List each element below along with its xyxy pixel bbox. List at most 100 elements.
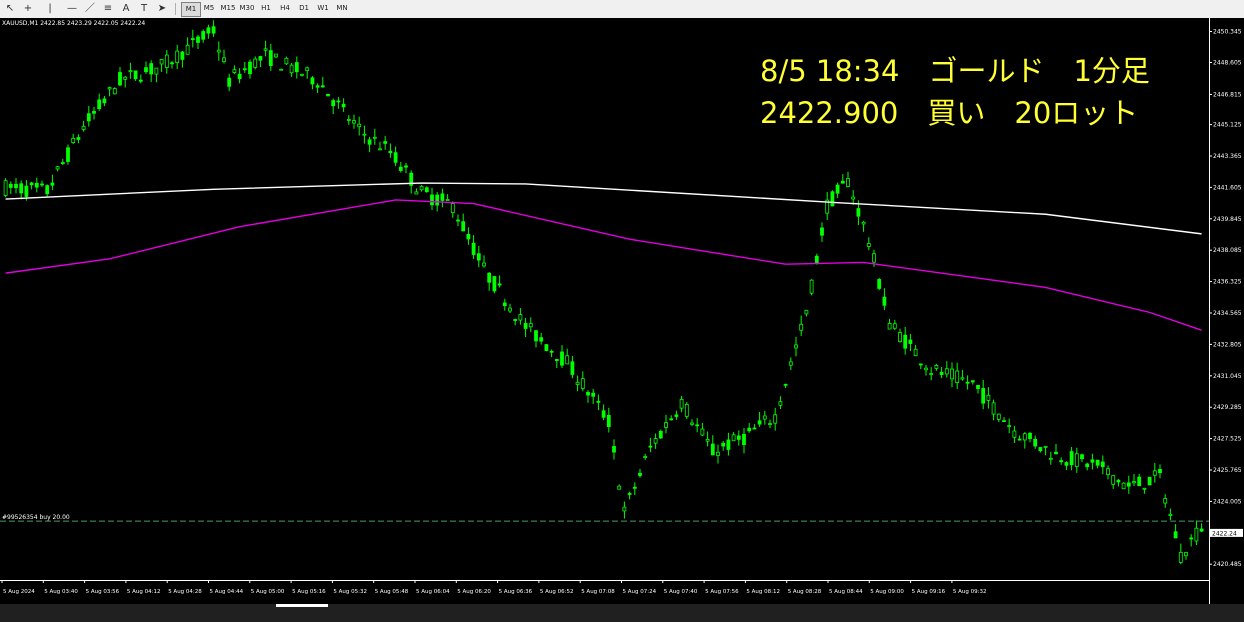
- y-tick-label: 2441.605: [1213, 184, 1242, 191]
- x-tick-label: 5 Aug 06:04: [416, 589, 450, 595]
- candle-body: [783, 383, 788, 386]
- candle-body: [778, 401, 783, 406]
- y-tick-label: 2427.525: [1213, 436, 1242, 443]
- candle-body: [1022, 433, 1027, 441]
- candle-body: [170, 62, 174, 65]
- candle-body: [107, 87, 112, 90]
- candle-body: [435, 194, 440, 206]
- candle-body: [154, 67, 159, 75]
- candle-body: [809, 279, 814, 294]
- candle-body: [513, 319, 518, 321]
- candle-body: [1100, 461, 1105, 468]
- candle-body: [1168, 513, 1173, 516]
- timeframe-h1[interactable]: H1: [257, 2, 275, 15]
- candle-body: [965, 381, 970, 384]
- timeframe-m15[interactable]: M15: [219, 2, 237, 15]
- timeframe-m30[interactable]: M30: [238, 2, 256, 15]
- candle-body: [419, 186, 424, 191]
- candle-body: [487, 272, 492, 283]
- candle-body: [643, 456, 648, 458]
- candle-body: [144, 67, 148, 73]
- candle-body: [128, 70, 133, 73]
- x-tick-label: 5 Aug 06:52: [540, 589, 574, 595]
- candle-body: [1137, 476, 1142, 487]
- candle-body: [887, 323, 892, 330]
- candle-body: [367, 139, 372, 145]
- candle-body: [300, 73, 304, 76]
- candle-body: [742, 433, 746, 445]
- candle-body: [606, 414, 611, 428]
- y-tick-label: 2420.485: [1213, 561, 1242, 568]
- label-icon[interactable]: T: [137, 2, 151, 16]
- x-tick-label: 5 Aug 08:44: [829, 589, 863, 595]
- y-tick-label: 2429.285: [1213, 404, 1242, 411]
- candle-body: [534, 330, 538, 342]
- candle-body: [627, 493, 632, 495]
- candle-body: [341, 103, 346, 108]
- cursor-icon[interactable]: ↖: [3, 2, 17, 16]
- x-tick-label: 5 Aug 04:12: [127, 589, 161, 595]
- candle-body: [684, 404, 689, 417]
- active-chart-tab[interactable]: [276, 604, 328, 607]
- x-tick-label: 5 Aug 07:08: [581, 589, 615, 595]
- timeframe-mn[interactable]: MN: [333, 2, 351, 15]
- candle-body: [549, 350, 554, 353]
- candle-body: [554, 359, 559, 362]
- timeframe-w1[interactable]: W1: [314, 2, 332, 15]
- timeframe-d1[interactable]: D1: [295, 2, 313, 15]
- x-tick-label: 5 Aug 07:40: [664, 589, 698, 595]
- candle-body: [612, 446, 616, 453]
- candle-body: [950, 368, 954, 380]
- candle-body: [1007, 425, 1012, 428]
- trendline-icon[interactable]: ／: [83, 2, 97, 16]
- y-tick-label: 2450.345: [1213, 28, 1242, 35]
- candle-body: [1173, 531, 1178, 539]
- candle-body: [773, 414, 778, 424]
- text-icon[interactable]: A: [119, 2, 133, 16]
- candle-body: [66, 147, 70, 162]
- candle-body: [97, 99, 102, 110]
- candle-body: [123, 76, 128, 80]
- candle-body: [970, 380, 975, 383]
- candle-body: [372, 136, 377, 139]
- arrow-icon[interactable]: ➤: [155, 2, 169, 16]
- horizontal-line-icon[interactable]: —: [65, 2, 79, 16]
- candle-body: [1069, 451, 1074, 466]
- timeframe-h4[interactable]: H4: [276, 2, 294, 15]
- candle-body: [242, 68, 247, 71]
- candle-body: [991, 402, 996, 415]
- candle-body: [29, 182, 34, 186]
- candle-body: [1126, 482, 1131, 487]
- candle-body: [456, 219, 460, 222]
- candle-body: [102, 98, 107, 104]
- candle-body: [736, 435, 741, 440]
- candle-body: [482, 262, 486, 267]
- candle-body: [840, 180, 845, 184]
- candle-body: [731, 434, 736, 442]
- candle-body: [882, 296, 887, 306]
- candle-body: [752, 427, 757, 430]
- timeframe-m5[interactable]: M5: [200, 2, 218, 15]
- candle-body: [929, 373, 934, 375]
- candle-body: [216, 49, 221, 53]
- candle-body: [695, 424, 700, 427]
- candle-body: [1152, 470, 1157, 476]
- candle-body: [263, 48, 268, 51]
- candle-body: [757, 420, 762, 425]
- x-tick-label: 5 Aug 03:56: [86, 589, 120, 595]
- candle-body: [336, 100, 341, 103]
- timeframe-m1[interactable]: M1: [181, 2, 201, 17]
- candle-body: [378, 148, 382, 151]
- candle-body: [716, 451, 720, 456]
- crosshair-icon[interactable]: +: [21, 2, 35, 16]
- vertical-line-icon[interactable]: |: [43, 2, 57, 16]
- candle-body: [1178, 551, 1183, 563]
- candle-body: [3, 180, 8, 196]
- price-chart[interactable]: #99526354 buy 20.00 XAUUSD,M1 2422.85 24…: [0, 18, 1244, 604]
- candle-body: [861, 221, 866, 225]
- y-tick-label: 2446.815: [1213, 91, 1242, 98]
- candle-body: [617, 485, 622, 490]
- fibonacci-icon[interactable]: ≡: [101, 2, 115, 16]
- candle-body: [1090, 459, 1095, 463]
- candle-body: [268, 50, 273, 66]
